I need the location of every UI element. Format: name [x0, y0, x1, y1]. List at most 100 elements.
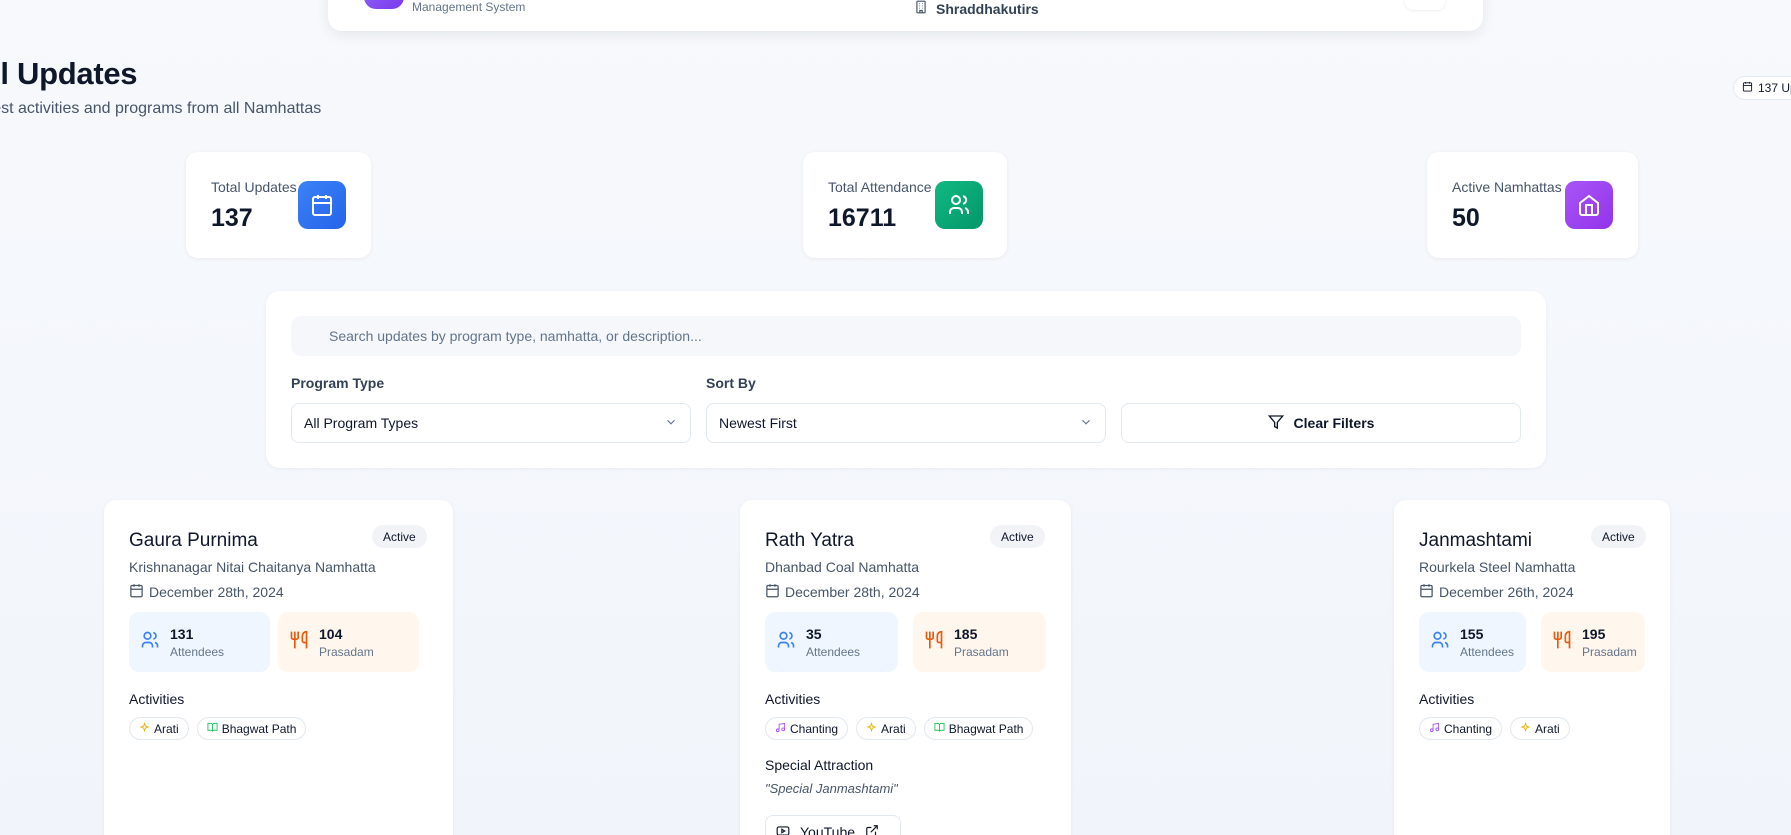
activity-chip-label: Chanting	[790, 721, 839, 736]
clear-filters-button[interactable]: Clear Filters	[1121, 403, 1521, 443]
namhatta-name: Dhanbad Coal Namhatta	[765, 559, 920, 575]
music-icon	[1429, 722, 1440, 736]
stat-label: Active Namhattas	[1452, 179, 1562, 195]
prasadam-metric: 104 Prasadam	[278, 612, 419, 672]
stat-label: Total Attendance	[828, 179, 932, 195]
chevron-down-icon	[664, 415, 678, 432]
prasadam-label: Prasadam	[1582, 644, 1637, 659]
update-date-text: December 28th, 2024	[149, 584, 284, 600]
update-title: Gaura Purnima	[129, 530, 258, 551]
activity-chip-label: Arati	[1535, 721, 1560, 736]
chevron-down-icon	[1079, 415, 1093, 432]
sort-by-value: Newest First	[719, 415, 797, 431]
update-date: December 28th, 2024	[129, 583, 284, 601]
users-icon	[935, 181, 983, 229]
update-date-text: December 28th, 2024	[785, 584, 920, 600]
program-type-select[interactable]: All Program Types	[291, 403, 691, 443]
location-name: Shraddhakutirs	[936, 0, 1039, 17]
update-date: December 28th, 2024	[765, 583, 920, 601]
activities-label: Activities	[1419, 691, 1475, 707]
activity-chip-label: Arati	[154, 721, 179, 736]
activity-chips: Chanting Arati	[1419, 717, 1570, 740]
stat-value: 50	[1452, 204, 1480, 232]
external-link-icon	[865, 824, 879, 835]
stat-card-active-namhattas: Active Namhattas 50	[1427, 152, 1638, 258]
youtube-label: YouTube	[800, 824, 856, 835]
book-open-icon	[934, 722, 945, 736]
activity-chip: Arati	[129, 717, 189, 740]
stat-value: 137	[211, 204, 253, 232]
namhatta-name: Krishnanagar Nitai Chaitanya Namhatta	[129, 559, 376, 575]
app-subtitle: Management System	[412, 0, 526, 14]
users-icon	[1430, 630, 1450, 655]
update-card[interactable]: Rath Yatra Active Dhanbad Coal Namhatta …	[740, 500, 1071, 835]
clear-filters-label: Clear Filters	[1293, 415, 1375, 431]
update-date-text: December 26th, 2024	[1439, 584, 1574, 600]
prasadam-metric: 185 Prasadam	[913, 612, 1046, 672]
update-title: Janmashtami	[1419, 530, 1532, 551]
updates-count-text: 137 Updates	[1758, 81, 1791, 95]
attendees-label: Attendees	[806, 644, 861, 659]
activity-chip: Arati	[1510, 717, 1570, 740]
app-header: Management System Shraddhakutirs	[328, 0, 1483, 31]
search-input[interactable]	[291, 316, 1521, 356]
sparkles-icon	[139, 721, 150, 736]
stat-value: 16711	[828, 204, 897, 232]
attendees-label: Attendees	[1460, 644, 1515, 659]
users-icon	[140, 630, 160, 655]
attendees-metric: 35 Attendees	[765, 612, 898, 672]
stat-card-total-attendance: Total Attendance 16711	[803, 152, 1007, 258]
status-badge: Active	[372, 525, 427, 548]
calendar-icon	[1742, 81, 1753, 95]
special-attraction-text: "Special Janmashtami"	[765, 781, 898, 796]
music-icon	[775, 722, 786, 736]
attendees-metric: 131 Attendees	[129, 612, 270, 672]
activity-chip-label: Chanting	[1444, 721, 1493, 736]
prasadam-count: 104	[319, 625, 343, 642]
activity-chip: Chanting	[1419, 717, 1503, 740]
prasadam-label: Prasadam	[954, 644, 1009, 659]
calendar-icon	[1419, 583, 1434, 601]
book-open-icon	[207, 722, 218, 736]
activity-chips: Chanting Arati Bhagwat Path	[765, 717, 1034, 740]
activity-chip: Chanting	[765, 717, 849, 740]
prasadam-metric: 195 Prasadam	[1541, 612, 1645, 672]
attendees-count: 155	[1460, 625, 1484, 642]
sparkles-icon	[1520, 721, 1531, 736]
stat-label: Total Updates	[211, 179, 297, 195]
stat-card-total-updates: Total Updates 137	[186, 152, 371, 258]
activity-chip: Bhagwat Path	[923, 717, 1034, 740]
updates-count-badge: 137 Updates	[1733, 76, 1791, 100]
activity-chip: Arati	[856, 717, 916, 740]
youtube-icon	[776, 824, 790, 835]
sort-by-select[interactable]: Newest First	[706, 403, 1106, 443]
program-type-value: All Program Types	[304, 415, 419, 431]
status-badge: Active	[1591, 525, 1646, 548]
activity-chip-label: Arati	[881, 721, 906, 736]
page-subtitle: Latest activities and programs from all …	[0, 100, 322, 117]
app-logo[interactable]	[364, 0, 404, 9]
youtube-link-button[interactable]: YouTube	[765, 815, 901, 835]
prasadam-count: 195	[1582, 625, 1606, 642]
update-title: Rath Yatra	[765, 530, 855, 551]
calendar-icon	[298, 181, 346, 229]
namhatta-name: Rourkela Steel Namhatta	[1419, 559, 1576, 575]
page-title: All Updates	[0, 56, 138, 91]
update-card[interactable]: Janmashtami Active Rourkela Steel Namhat…	[1394, 500, 1670, 835]
activity-chip-label: Bhagwat Path	[221, 721, 297, 736]
utensils-icon	[1552, 630, 1572, 655]
program-type-label: Program Type	[291, 375, 385, 391]
attendees-count: 35	[806, 625, 822, 642]
calendar-icon	[129, 583, 144, 601]
home-icon	[1565, 181, 1613, 229]
attendees-label: Attendees	[170, 644, 225, 659]
prasadam-count: 185	[954, 625, 978, 642]
activities-label: Activities	[129, 691, 185, 707]
attendees-metric: 155 Attendees	[1419, 612, 1526, 672]
location-indicator: Shraddhakutirs	[914, 0, 1039, 17]
update-date: December 26th, 2024	[1419, 583, 1574, 601]
users-icon	[776, 630, 796, 655]
header-menu-button[interactable]	[1405, 0, 1445, 10]
filter-icon	[1267, 414, 1284, 433]
update-card[interactable]: Gaura Purnima Active Krishnanagar Nitai …	[104, 500, 453, 835]
